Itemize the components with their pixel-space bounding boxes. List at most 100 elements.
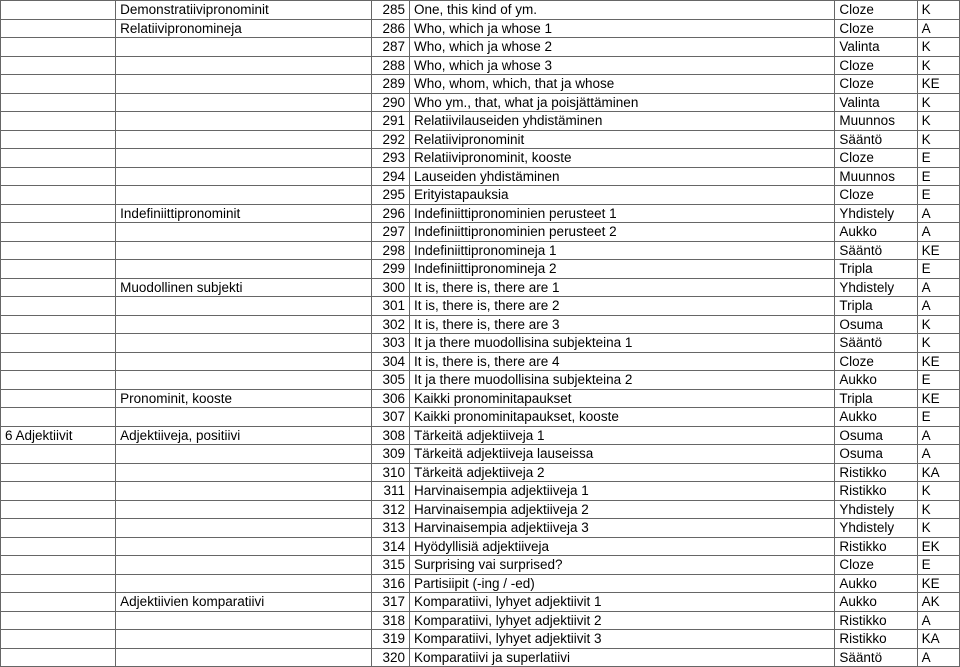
cell-e: Yhdistely: [835, 519, 917, 538]
cell-c: 319: [372, 630, 410, 649]
cell-d: It is, there is, there are 2: [409, 297, 834, 316]
cell-a: [1, 186, 116, 205]
cell-c: 311: [372, 482, 410, 501]
cell-e: Ristikko: [835, 537, 917, 556]
cell-d: It ja there muodollisina subjekteina 2: [409, 371, 834, 390]
cell-e: Yhdistely: [835, 500, 917, 519]
cell-c: 308: [372, 426, 410, 445]
cell-d: Hyödyllisiä adjektiiveja: [409, 537, 834, 556]
table-row: Muodollinen subjekti300It is, there is, …: [1, 278, 960, 297]
table-row: 291Relatiivilauseiden yhdistäminenMuunno…: [1, 112, 960, 131]
cell-a: [1, 93, 116, 112]
cell-f: A: [917, 611, 959, 630]
cell-d: Who ym., that, what ja poisjättäminen: [409, 93, 834, 112]
cell-b: [116, 38, 372, 57]
cell-c: 307: [372, 408, 410, 427]
cell-b: Relatiivipronomineja: [116, 19, 372, 38]
table-row: 307Kaikki pronominitapaukset, koosteAukk…: [1, 408, 960, 427]
cell-e: Cloze: [835, 19, 917, 38]
cell-b: [116, 112, 372, 131]
table-row: 287Who, which ja whose 2ValintaK: [1, 38, 960, 57]
cell-f: A: [917, 19, 959, 38]
cell-c: 289: [372, 75, 410, 94]
cell-a: [1, 241, 116, 260]
cell-f: K: [917, 38, 959, 57]
table-row: 320Komparatiivi ja superlatiiviSääntöA: [1, 648, 960, 667]
cell-e: Cloze: [835, 352, 917, 371]
cell-c: 296: [372, 204, 410, 223]
cell-d: One, this kind of ym.: [409, 1, 834, 20]
cell-e: Aukko: [835, 371, 917, 390]
table-row: 298Indefiniittipronomineja 1SääntöKE: [1, 241, 960, 260]
cell-c: 299: [372, 260, 410, 279]
cell-c: 300: [372, 278, 410, 297]
cell-c: 302: [372, 315, 410, 334]
cell-e: Ristikko: [835, 611, 917, 630]
cell-d: Tärkeitä adjektiiveja lauseissa: [409, 445, 834, 464]
cell-f: K: [917, 482, 959, 501]
cell-f: KE: [917, 352, 959, 371]
cell-e: Aukko: [835, 408, 917, 427]
cell-b: [116, 371, 372, 390]
cell-a: [1, 149, 116, 168]
cell-f: E: [917, 186, 959, 205]
data-table: Demonstratiivipronominit285One, this kin…: [0, 0, 960, 667]
cell-d: Kaikki pronominitapaukset, kooste: [409, 408, 834, 427]
cell-f: A: [917, 426, 959, 445]
cell-c: 309: [372, 445, 410, 464]
cell-b: Indefiniittipronominit: [116, 204, 372, 223]
cell-e: Cloze: [835, 1, 917, 20]
cell-b: [116, 500, 372, 519]
cell-a: [1, 463, 116, 482]
cell-b: [116, 93, 372, 112]
table-row: 303It ja there muodollisina subjekteina …: [1, 334, 960, 353]
cell-c: 294: [372, 167, 410, 186]
table-row: 316Partisiipit (-ing / -ed)AukkoKE: [1, 574, 960, 593]
cell-d: Indefiniittipronominien perusteet 2: [409, 223, 834, 242]
cell-f: E: [917, 408, 959, 427]
cell-c: 298: [372, 241, 410, 260]
cell-f: KE: [917, 241, 959, 260]
cell-e: Cloze: [835, 56, 917, 75]
table-row: 304It is, there is, there are 4ClozeKE: [1, 352, 960, 371]
cell-f: E: [917, 371, 959, 390]
cell-f: E: [917, 149, 959, 168]
cell-f: A: [917, 297, 959, 316]
cell-c: 288: [372, 56, 410, 75]
table-row: 297Indefiniittipronominien perusteet 2Au…: [1, 223, 960, 242]
cell-a: [1, 500, 116, 519]
table-row: 292RelatiivipronominitSääntöK: [1, 130, 960, 149]
cell-f: KE: [917, 75, 959, 94]
cell-d: Tärkeitä adjektiiveja 2: [409, 463, 834, 482]
cell-b: [116, 445, 372, 464]
cell-f: A: [917, 648, 959, 667]
table-row: 312Harvinaisempia adjektiiveja 2Yhdistel…: [1, 500, 960, 519]
cell-e: Tripla: [835, 260, 917, 279]
cell-f: A: [917, 445, 959, 464]
cell-d: Erityistapauksia: [409, 186, 834, 205]
cell-d: Surprising vai surprised?: [409, 556, 834, 575]
cell-b: Muodollinen subjekti: [116, 278, 372, 297]
cell-f: K: [917, 519, 959, 538]
cell-f: K: [917, 334, 959, 353]
cell-c: 314: [372, 537, 410, 556]
cell-c: 286: [372, 19, 410, 38]
cell-e: Osuma: [835, 426, 917, 445]
cell-a: [1, 574, 116, 593]
cell-e: Ristikko: [835, 482, 917, 501]
cell-b: [116, 574, 372, 593]
cell-b: Adjektiivien komparatiivi: [116, 593, 372, 612]
cell-a: [1, 611, 116, 630]
cell-a: [1, 130, 116, 149]
cell-d: Komparatiivi, lyhyet adjektiivit 2: [409, 611, 834, 630]
cell-e: Aukko: [835, 574, 917, 593]
cell-b: [116, 519, 372, 538]
cell-b: [116, 630, 372, 649]
cell-b: [116, 352, 372, 371]
table-row: 295ErityistapauksiaClozeE: [1, 186, 960, 205]
table-row: 293Relatiivipronominit, koosteClozeE: [1, 149, 960, 168]
cell-c: 305: [372, 371, 410, 390]
cell-e: Cloze: [835, 186, 917, 205]
cell-b: [116, 315, 372, 334]
cell-a: [1, 648, 116, 667]
